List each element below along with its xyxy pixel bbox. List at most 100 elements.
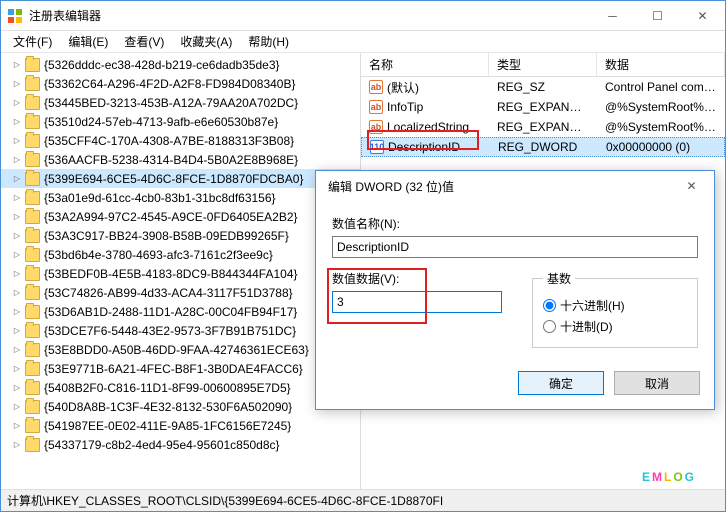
cancel-button[interactable]: 取消	[614, 371, 700, 395]
edit-dword-dialog: 编辑 DWORD (32 位)值 ✕ 数值名称(N): 数值数据(V): 基数 …	[315, 170, 715, 410]
folder-icon	[25, 362, 40, 376]
tree-item-label: {53510d24-57eb-4713-9afb-e6e60530b87e}	[44, 115, 278, 129]
tree-item[interactable]: ▷ {5399E694-6CE5-4D6C-8FCE-1D8870FDCBA0}	[1, 169, 360, 188]
expander-icon[interactable]: ▷	[11, 382, 23, 394]
statusbar: 计算机\HKEY_CLASSES_ROOT\CLSID\{5399E694-6C…	[1, 489, 725, 511]
tree-item[interactable]: ▷{53C74826-AB99-4d33-ACA4-3117F51D3788}	[1, 283, 360, 302]
expander-icon[interactable]: ▷	[11, 439, 23, 451]
radio-hex-input[interactable]	[543, 299, 556, 312]
expander-icon[interactable]: ▷	[11, 154, 23, 166]
folder-icon	[25, 115, 40, 129]
string-icon: ab	[369, 100, 383, 114]
value-data: Control Panel command	[597, 80, 725, 94]
expander-icon[interactable]: ▷	[11, 173, 23, 185]
close-button[interactable]: ✕	[680, 1, 725, 30]
tree-item-label: {53445BED-3213-453B-A12A-79AA20A702DC}	[44, 96, 298, 110]
col-header-data[interactable]: 数据	[597, 53, 725, 76]
radio-dec-input[interactable]	[543, 320, 556, 333]
menubar: 文件(F) 编辑(E) 查看(V) 收藏夹(A) 帮助(H)	[1, 31, 725, 53]
value-data-field[interactable]	[332, 291, 502, 313]
col-header-name[interactable]: 名称	[361, 53, 489, 76]
expander-icon[interactable]: ▷	[11, 363, 23, 375]
folder-icon	[25, 305, 40, 319]
col-header-type[interactable]: 类型	[489, 53, 597, 76]
maximize-button[interactable]: ☐	[635, 1, 680, 30]
tree-item[interactable]: ▷ {53bd6b4e-3780-4693-afc3-7161c2f3ee9c}	[1, 245, 360, 264]
expander-icon[interactable]: ▷	[11, 325, 23, 337]
titlebar: 注册表编辑器 ─ ☐ ✕	[1, 1, 725, 31]
folder-icon	[25, 153, 40, 167]
tree-item[interactable]: ▷ {53a01e9d-61cc-4cb0-83b1-31bc8df63156}	[1, 188, 360, 207]
folder-icon	[25, 286, 40, 300]
tree-item[interactable]: ▷{53DCE7F6-5448-43E2-9573-3F7B91B751DC}	[1, 321, 360, 340]
tree-item[interactable]: ▷{53E9771B-6A21-4FEC-B8F1-3B0DAE4FACC6}	[1, 359, 360, 378]
tree-item[interactable]: ▷ {536AACFB-5238-4314-B4D4-5B0A2E8B968E}	[1, 150, 360, 169]
tree-item[interactable]: ▷{540D8A8B-1C3F-4E32-8132-530F6A502090}	[1, 397, 360, 416]
tree-pane[interactable]: ▷{5326dddc-ec38-428d-b219-ce6dadb35de3}▷…	[1, 53, 361, 489]
value-type: REG_SZ	[489, 80, 597, 94]
list-row[interactable]: abLocalizedStringREG_EXPAND_SZ@%SystemRo…	[361, 117, 725, 137]
tree-item[interactable]: ▷{53362C64-A296-4F2D-A2F8-FD984D08340B}	[1, 74, 360, 93]
tree-item[interactable]: ▷{53A3C917-BB24-3908-B58B-09EDB99265F}	[1, 226, 360, 245]
folder-icon	[25, 172, 40, 186]
expander-icon[interactable]: ▷	[11, 97, 23, 109]
tree-item[interactable]: ▷{541987EE-0E02-411E-9A85-1FC6156E7245}	[1, 416, 360, 435]
expander-icon[interactable]: ▷	[11, 116, 23, 128]
menu-view[interactable]: 查看(V)	[116, 31, 172, 52]
expander-icon[interactable]: ▷	[11, 249, 23, 261]
tree-item[interactable]: ▷ {53A2A994-97C2-4545-A9CE-0FD6405EA2B2}	[1, 207, 360, 226]
expander-icon[interactable]: ▷	[11, 344, 23, 356]
list-row[interactable]: 110DescriptionIDREG_DWORD0x00000000 (0)	[361, 137, 725, 157]
tree-item[interactable]: ▷ {5326dddc-ec38-428d-b219-ce6dadb35de3}	[1, 55, 360, 74]
folder-icon	[25, 77, 40, 91]
expander-icon[interactable]: ▷	[11, 401, 23, 413]
tree-item-label: {5399E694-6CE5-4D6C-8FCE-1D8870FDCBA0}	[44, 172, 303, 186]
menu-favorites[interactable]: 收藏夹(A)	[172, 31, 240, 52]
list-body: ab(默认)REG_SZControl Panel commandabInfoT…	[361, 77, 725, 157]
value-name: LocalizedString	[387, 120, 469, 134]
tree-item[interactable]: ▷ {53445BED-3213-453B-A12A-79AA20A702DC}	[1, 93, 360, 112]
tree-item[interactable]: ▷ {5408B2F0-C816-11D1-8F99-00600895E7D5}	[1, 378, 360, 397]
expander-icon[interactable]: ▷	[11, 230, 23, 242]
tree-item[interactable]: ▷{53D6AB1D-2488-11D1-A28C-00C04FB94F17}	[1, 302, 360, 321]
tree-item-label: {53BEDF0B-4E5B-4183-8DC9-B844344FA104}	[44, 267, 298, 281]
expander-icon[interactable]: ▷	[11, 306, 23, 318]
radio-hex[interactable]: 十六进制(H)	[543, 297, 687, 314]
dialog-close-button[interactable]: ✕	[669, 172, 714, 201]
menu-edit[interactable]: 编辑(E)	[60, 31, 116, 52]
folder-icon	[25, 248, 40, 262]
tree-item-label: {5408B2F0-C816-11D1-8F99-00600895E7D5}	[44, 381, 291, 395]
folder-icon	[25, 324, 40, 338]
tree-item-label: {53a01e9d-61cc-4cb0-83b1-31bc8df63156}	[44, 191, 276, 205]
expander-icon[interactable]: ▷	[11, 192, 23, 204]
menu-file[interactable]: 文件(F)	[5, 31, 60, 52]
expander-icon[interactable]: ▷	[11, 135, 23, 147]
value-name-field[interactable]	[332, 236, 698, 258]
radio-dec[interactable]: 十进制(D)	[543, 318, 687, 335]
folder-icon	[25, 134, 40, 148]
list-row[interactable]: ab(默认)REG_SZControl Panel command	[361, 77, 725, 97]
expander-icon[interactable]: ▷	[11, 420, 23, 432]
value-name-label: 数值名称(N):	[332, 215, 698, 232]
tree-item-label: {53bd6b4e-3780-4693-afc3-7161c2f3ee9c}	[44, 248, 273, 262]
list-row[interactable]: abInfoTipREG_EXPAND_SZ@%SystemRoot%\syst…	[361, 97, 725, 117]
expander-icon[interactable]: ▷	[11, 78, 23, 90]
tree-item[interactable]: ▷ {53BEDF0B-4E5B-4183-8DC9-B844344FA104}	[1, 264, 360, 283]
tree-item[interactable]: ▷{54337179-c8b2-4ed4-95e4-95601c850d8c}	[1, 435, 360, 454]
tree-item[interactable]: ▷{53E8BDD0-A50B-46DD-9FAA-42746361ECE63}	[1, 340, 360, 359]
folder-icon	[25, 381, 40, 395]
list-header: 名称 类型 数据	[361, 53, 725, 77]
tree-item-label: {53A2A994-97C2-4545-A9CE-0FD6405EA2B2}	[44, 210, 298, 224]
minimize-button[interactable]: ─	[590, 1, 635, 30]
ok-button[interactable]: 确定	[518, 371, 604, 395]
expander-icon[interactable]: ▷	[11, 211, 23, 223]
tree-item[interactable]: ▷ {53510d24-57eb-4713-9afb-e6e60530b87e}	[1, 112, 360, 131]
tree-item[interactable]: ▷{535CFF4C-170A-4308-A7BE-8188313F3B08}	[1, 131, 360, 150]
folder-icon	[25, 343, 40, 357]
tree-item-label: {5326dddc-ec38-428d-b219-ce6dadb35de3}	[44, 58, 280, 72]
tree-item-label: {536AACFB-5238-4314-B4D4-5B0A2E8B968E}	[44, 153, 298, 167]
expander-icon[interactable]: ▷	[11, 287, 23, 299]
menu-help[interactable]: 帮助(H)	[240, 31, 297, 52]
expander-icon[interactable]: ▷	[11, 59, 23, 71]
expander-icon[interactable]: ▷	[11, 268, 23, 280]
